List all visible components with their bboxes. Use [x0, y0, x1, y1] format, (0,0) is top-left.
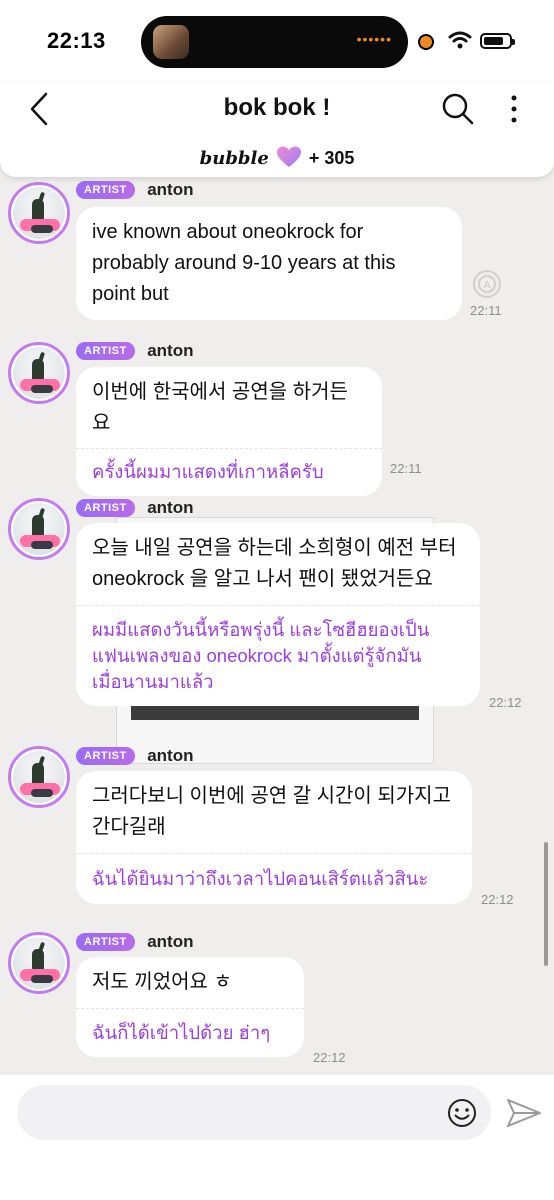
battery-icon: [480, 33, 515, 49]
sender-row: ARTIST anton: [76, 180, 193, 200]
recording-indicator-icon: [418, 34, 434, 50]
avatar[interactable]: [8, 932, 70, 994]
message-bubble[interactable]: 저도 끼었어요 ㅎ ฉันก็ได้เข้าไปด้วย ฮ่าๆ: [76, 957, 304, 1057]
timestamp: 22:11: [470, 303, 502, 318]
subscriber-count: bubble + 305: [0, 146, 554, 169]
translation-line: ครั้งนี้ผมมาแสดงที่เกาหลีครับ: [92, 461, 324, 482]
message-text-line: 저도 끼었어요 ㅎ: [92, 971, 232, 993]
timestamp: 22:12: [489, 695, 522, 710]
sender-row: ARTIST anton: [76, 341, 193, 361]
message-text-line: 그러다보니 이번에 공연 갈 시간이 되가지고: [92, 785, 451, 807]
search-icon[interactable]: [441, 92, 475, 126]
message-text-line: 간다길래: [92, 816, 166, 838]
sender-name: anton: [147, 498, 194, 517]
message-text-line: 오늘 내일 공연을 하는데 소희형이 예전 부터: [92, 537, 457, 559]
translation-line: ฉันได้ยินมาว่าถึงเวลาไปคอนเสิร์ตแล้วสินะ: [92, 868, 429, 889]
artist-badge: ARTIST: [76, 747, 135, 765]
scrollbar[interactable]: [544, 842, 548, 966]
avatar[interactable]: [8, 498, 70, 560]
artist-badge: ARTIST: [76, 181, 135, 199]
avatar[interactable]: [8, 182, 70, 244]
svg-text:A: A: [484, 280, 491, 291]
message-bubble[interactable]: 이번에 한국에서 공연을 하거든요 ครั้งนี้ผมมาแสดงที่เกา…: [76, 367, 382, 496]
message-text-line: oneokrock 을 알고 나서 팬이 됐었거든요: [92, 568, 433, 590]
sender-row: ARTIST anton: [76, 498, 193, 518]
dynamic-island[interactable]: ••••••: [141, 16, 408, 68]
message-bubble[interactable]: 그러다보니 이번에 공연 갈 시간이 되가지고 간다길래 ฉันได้ยินมา…: [76, 771, 472, 904]
photo-strip: [131, 706, 419, 720]
timestamp: 22:12: [313, 1050, 346, 1065]
translate-icon[interactable]: A: [472, 269, 502, 299]
translation-line: เมื่อนานมาแล้ว: [92, 671, 214, 692]
sender-row: ARTIST anton: [76, 746, 193, 766]
message-input[interactable]: [17, 1085, 491, 1140]
sender-row: ARTIST anton: [76, 932, 193, 952]
sender-name: anton: [147, 180, 194, 199]
heart-icon: [276, 146, 301, 167]
artist-badge: ARTIST: [76, 933, 135, 951]
sender-name: anton: [147, 932, 194, 951]
timestamp: 22:12: [481, 892, 514, 907]
message-text-line: 이번에 한국에서 공연을 하거든요: [92, 381, 348, 434]
sender-name: anton: [147, 746, 194, 765]
smiley-icon[interactable]: [446, 1097, 478, 1129]
bubble-label: bubble: [199, 148, 269, 169]
sender-name: anton: [147, 341, 194, 360]
translation-line: แฟนเพลงของ oneokrock มาตั้งแต่รู้จักมัน: [92, 645, 422, 666]
translation-line: ผมมีแสดงวันนี้หรือพรุ่งนี้ และโซฮีฮยองเป…: [92, 619, 430, 640]
send-icon[interactable]: [505, 1097, 543, 1129]
message-list[interactable]: ARTIST anton ive known about oneokrock f…: [0, 177, 554, 1075]
message-text-line: ive known about oneokrock for: [92, 221, 364, 243]
status-time: 22:13: [47, 28, 106, 53]
message-text-line: probably around 9-10 years at this: [92, 252, 396, 274]
status-bar: 22:13 ••••••: [0, 0, 554, 82]
now-playing-thumbnail: [153, 25, 189, 59]
wifi-icon: [448, 31, 472, 49]
artist-badge: ARTIST: [76, 499, 135, 517]
artist-badge: ARTIST: [76, 342, 135, 360]
chat-header: bok bok ! bubble + 305: [0, 82, 554, 177]
message-bubble[interactable]: 오늘 내일 공연을 하는데 소희형이 예전 부터 oneokrock 을 알고 …: [76, 523, 480, 706]
message-text-line: point but: [92, 283, 169, 305]
translation-line: ฉันก็ได้เข้าไปด้วย ฮ่าๆ: [92, 1022, 271, 1043]
avatar[interactable]: [8, 746, 70, 808]
message-bubble[interactable]: ive known about oneokrock for probably a…: [76, 207, 462, 320]
composer: [0, 1075, 554, 1200]
waveform-indicator: ••••••: [356, 31, 392, 47]
count-label: + 305: [308, 148, 355, 168]
timestamp: 22:11: [390, 461, 422, 476]
avatar[interactable]: [8, 342, 70, 404]
more-vertical-icon[interactable]: [504, 94, 524, 124]
